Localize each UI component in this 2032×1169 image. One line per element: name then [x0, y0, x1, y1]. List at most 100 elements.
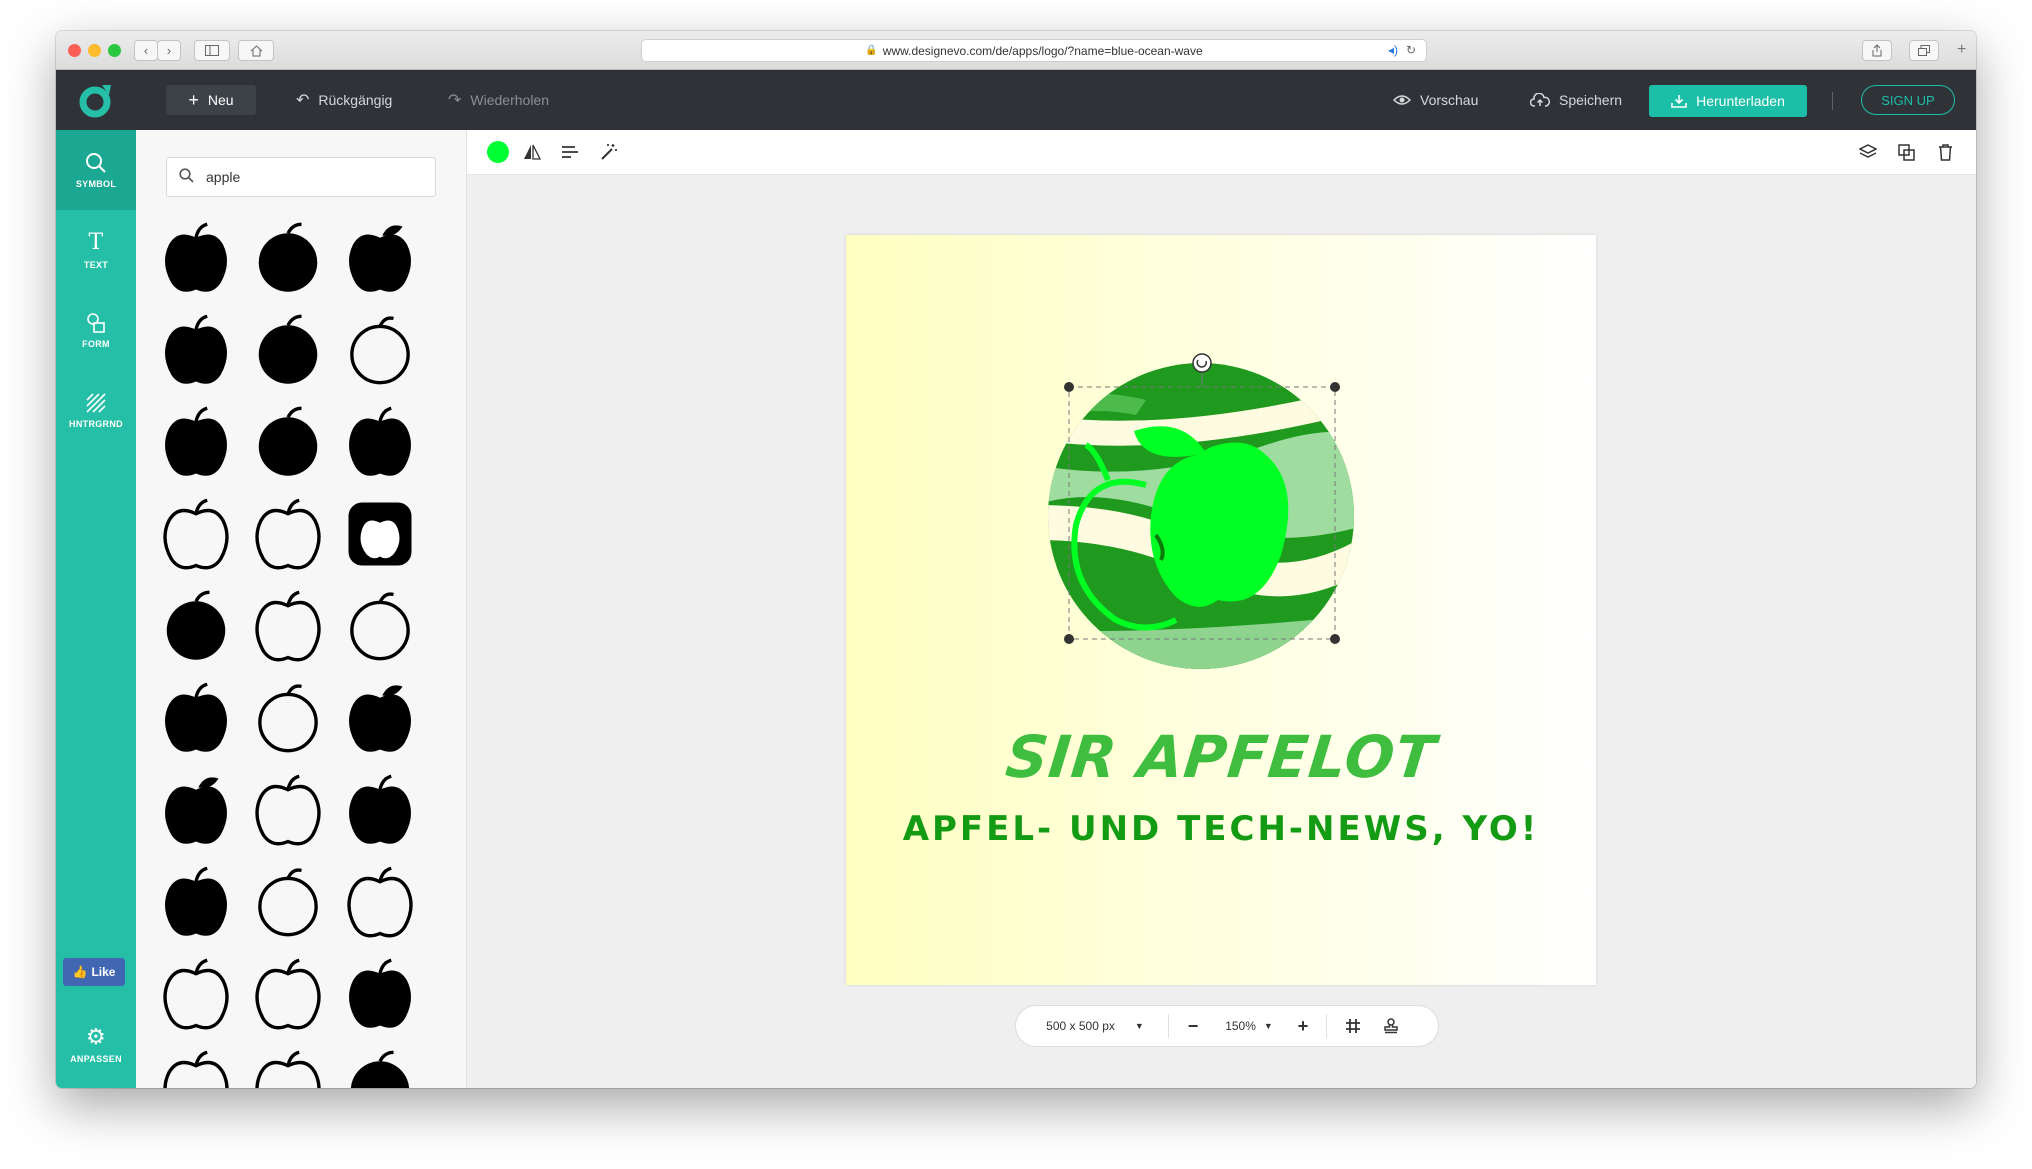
sidebar-icon	[205, 45, 219, 56]
sidebar-item-settings[interactable]: ⚙ ANPASSEN	[56, 1004, 136, 1084]
speaker-icon[interactable]: ◂)	[1388, 43, 1398, 57]
sidebar-item-background[interactable]: HNTRGRND	[56, 370, 136, 450]
address-bar[interactable]: 🔒 www.designevo.com/de/apps/logo/?name=b…	[641, 39, 1427, 62]
stamp-button[interactable]	[1374, 1006, 1408, 1046]
share-button[interactable]	[1862, 40, 1892, 61]
duplicate-button[interactable]	[1894, 140, 1918, 164]
canvas-area: SIR APFELOT APFEL- UND TECH-NEWS, YO! 50…	[467, 175, 1976, 1088]
zoom-in-button[interactable]: +	[1291, 1006, 1315, 1046]
sidebar-item-text[interactable]: T TEXT	[56, 210, 136, 290]
apple-symbol-icon[interactable]	[248, 954, 328, 1034]
stamp-icon	[1384, 1018, 1398, 1034]
flip-horizontal-button[interactable]	[520, 140, 544, 164]
plus-icon: +	[1297, 1015, 1309, 1036]
caret-down-icon: ▼	[1263, 1021, 1273, 1031]
toolbar-divider	[1832, 92, 1833, 110]
apple-symbol-icon[interactable]	[248, 1046, 328, 1088]
preview-button[interactable]: Vorschau	[1393, 85, 1478, 115]
forward-button[interactable]: ›	[157, 40, 181, 61]
sidebar-toggle-button[interactable]	[194, 40, 230, 61]
close-window-button[interactable]	[68, 44, 81, 57]
logo-subtitle[interactable]: APFEL- UND TECH-NEWS, YO!	[846, 809, 1596, 849]
rotate-handle[interactable]	[1192, 353, 1212, 373]
apple-symbol-icon[interactable]	[248, 862, 328, 942]
apple-symbol-icon[interactable]	[340, 586, 420, 666]
zoom-window-button[interactable]	[108, 44, 121, 57]
download-button[interactable]: Herunterladen	[1649, 85, 1807, 117]
apple-symbol-icon[interactable]	[156, 770, 236, 850]
magic-wand-icon	[601, 144, 617, 160]
align-button[interactable]	[558, 140, 582, 164]
apple-symbol-icon[interactable]	[156, 678, 236, 758]
download-icon	[1671, 95, 1687, 108]
lock-icon: 🔒	[865, 45, 878, 56]
sidebar-item-form[interactable]: FORM	[56, 290, 136, 370]
redo-label: Wiederholen	[470, 92, 550, 108]
new-tab-icon[interactable]: +	[1957, 41, 1966, 59]
apple-symbol-icon[interactable]	[248, 586, 328, 666]
logo-title[interactable]: SIR APFELOT	[842, 723, 1599, 791]
signup-button[interactable]: SIGN UP	[1861, 85, 1955, 115]
reload-icon[interactable]: ↻	[1406, 43, 1416, 57]
back-button[interactable]: ‹	[134, 40, 158, 61]
sidebar-item-symbol[interactable]: SYMBOL	[56, 130, 136, 210]
new-button[interactable]: + Neu	[166, 85, 256, 115]
resize-handle[interactable]	[1064, 382, 1074, 392]
separator	[1168, 1014, 1169, 1038]
grid-icon	[1346, 1019, 1360, 1033]
home-button[interactable]	[238, 40, 274, 61]
apple-symbol-icon[interactable]	[156, 310, 236, 390]
browser-titlebar: ‹ › 🔒 www.designevo.com/de/apps/logo/?na…	[56, 31, 1976, 70]
caret-down-icon: ▼	[1134, 1021, 1144, 1031]
symbol-search-input[interactable]	[204, 168, 408, 186]
apple-symbol-icon[interactable]	[340, 1046, 420, 1088]
apple-symbol-icon[interactable]	[340, 218, 420, 298]
facebook-like-button[interactable]: 👍 Like	[63, 958, 125, 986]
apple-symbol-icon[interactable]	[248, 494, 328, 574]
tabs-button[interactable]	[1909, 40, 1939, 61]
resize-handle[interactable]	[1064, 634, 1074, 644]
logo-symbol[interactable]	[846, 235, 1596, 985]
color-swatch[interactable]	[487, 141, 509, 163]
apple-symbol-icon[interactable]	[248, 770, 328, 850]
apple-symbol-icon[interactable]	[248, 678, 328, 758]
canvas-size-select[interactable]: 500 x 500 px ▼	[1030, 1006, 1160, 1046]
resize-handle[interactable]	[1330, 634, 1340, 644]
apple-symbol-icon[interactable]	[156, 954, 236, 1034]
apple-symbol-icon[interactable]	[340, 402, 420, 482]
zoom-out-button[interactable]: −	[1181, 1006, 1205, 1046]
minimize-window-button[interactable]	[88, 44, 101, 57]
undo-button[interactable]: ↶ Rückgängig	[296, 85, 392, 115]
cloud-upload-icon	[1530, 93, 1550, 107]
delete-button[interactable]	[1933, 140, 1957, 164]
apple-symbol-icon[interactable]	[248, 310, 328, 390]
resize-handle[interactable]	[1330, 382, 1340, 392]
layers-button[interactable]	[1856, 140, 1880, 164]
shapes-icon	[87, 312, 105, 333]
apple-symbol-icon[interactable]	[340, 770, 420, 850]
apple-symbol-icon[interactable]	[156, 1046, 236, 1088]
undo-icon: ↶	[296, 92, 310, 109]
logo-artboard[interactable]: SIR APFELOT APFEL- UND TECH-NEWS, YO!	[846, 235, 1596, 985]
apple-symbol-icon[interactable]	[248, 402, 328, 482]
apple-symbol-icon[interactable]	[340, 494, 420, 574]
new-button-label: Neu	[207, 92, 234, 108]
symbol-search[interactable]	[166, 157, 436, 197]
apple-symbol-icon[interactable]	[156, 494, 236, 574]
save-button[interactable]: Speichern	[1530, 85, 1622, 115]
apple-symbol-icon[interactable]	[248, 218, 328, 298]
designevo-logo[interactable]	[78, 82, 114, 118]
apple-symbol-icon[interactable]	[156, 586, 236, 666]
sidebar-item-label: HNTRGRND	[69, 418, 123, 429]
apple-symbol-icon[interactable]	[156, 218, 236, 298]
apple-symbol-icon[interactable]	[340, 954, 420, 1034]
apple-symbol-icon[interactable]	[156, 402, 236, 482]
zoom-select[interactable]: 150% ▼	[1214, 1006, 1284, 1046]
apple-symbol-icon[interactable]	[340, 678, 420, 758]
apple-symbol-icon[interactable]	[340, 862, 420, 942]
apple-symbol-icon[interactable]	[156, 862, 236, 942]
apple-symbol-icon[interactable]	[340, 310, 420, 390]
effects-button[interactable]	[597, 140, 621, 164]
redo-button[interactable]: ↷ Wiederholen	[448, 85, 549, 115]
grid-toggle-button[interactable]	[1336, 1006, 1370, 1046]
